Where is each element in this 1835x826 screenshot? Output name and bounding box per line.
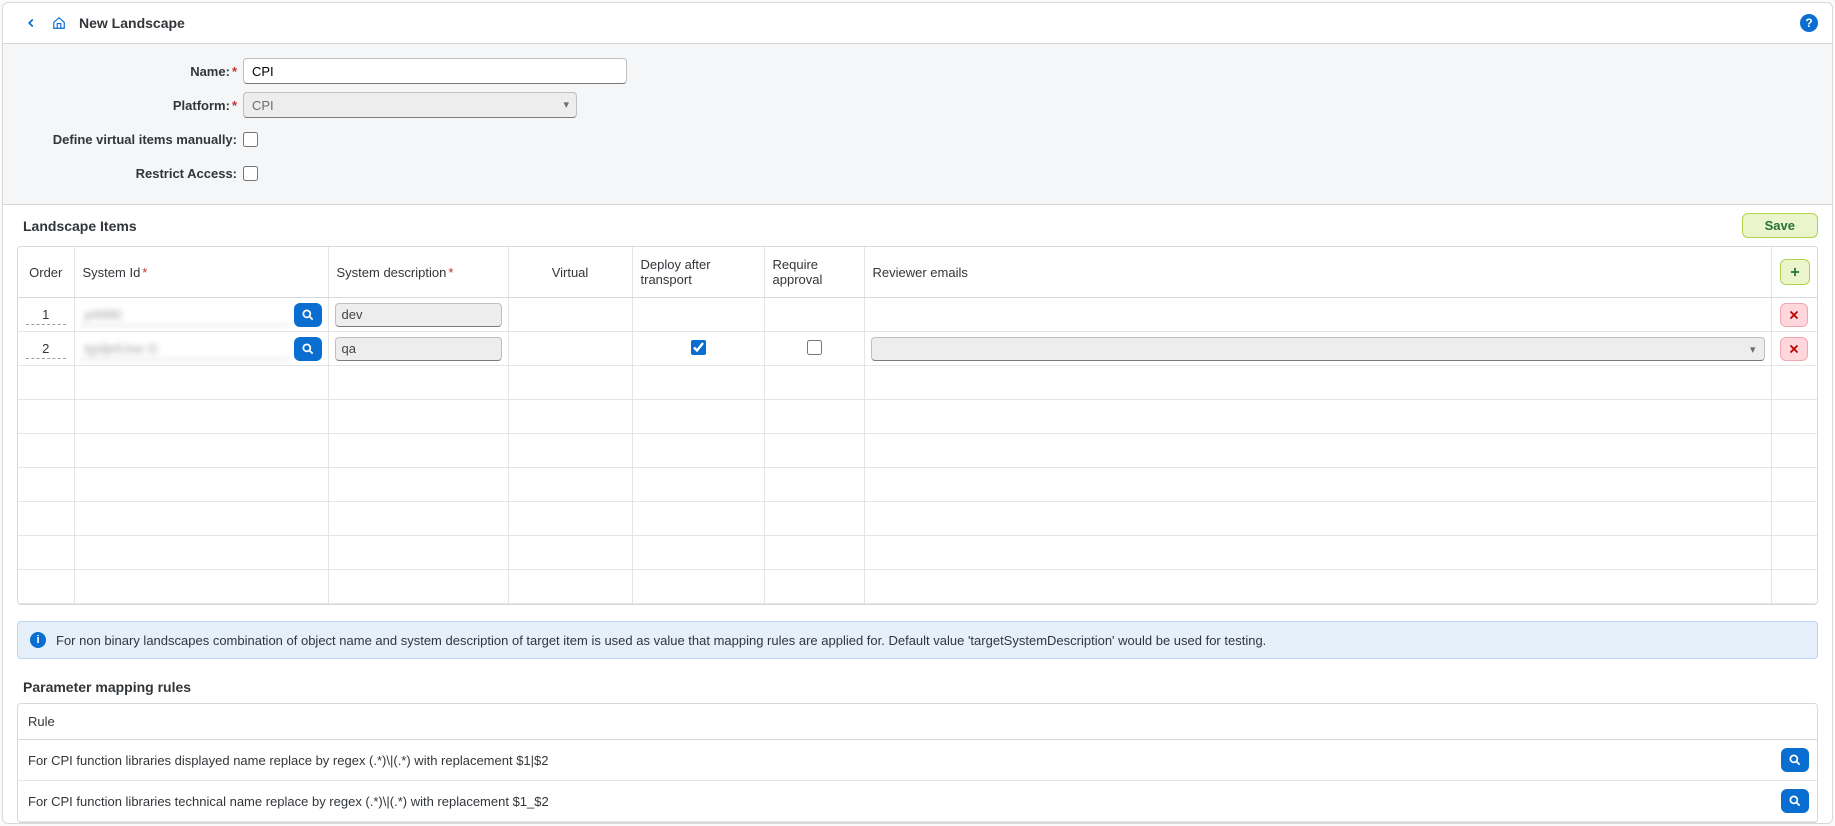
order-value[interactable]: 1 xyxy=(26,305,66,325)
info-message: i For non binary landscapes combination … xyxy=(17,621,1818,659)
add-row-button[interactable] xyxy=(1780,259,1810,285)
deploy-checkbox[interactable] xyxy=(691,340,706,355)
rule-text: For CPI function libraries displayed nam… xyxy=(18,740,1771,781)
back-button[interactable] xyxy=(17,9,45,37)
platform-select[interactable] xyxy=(243,92,577,118)
name-label: Name:* xyxy=(23,64,243,79)
approve-checkbox[interactable] xyxy=(807,340,822,355)
define-manually-label: Define virtual items manually: xyxy=(23,132,243,147)
delete-row-button[interactable] xyxy=(1780,303,1808,327)
system-id-input[interactable] xyxy=(81,304,288,326)
chevron-down-icon: ▾ xyxy=(1750,343,1756,356)
rule-text: For CPI function libraries technical nam… xyxy=(18,781,1771,822)
col-add xyxy=(1771,247,1817,298)
page-title: New Landscape xyxy=(79,15,185,31)
lookup-button[interactable] xyxy=(294,337,322,361)
info-text: For non binary landscapes combination of… xyxy=(56,633,1266,648)
info-icon: i xyxy=(30,632,46,648)
col-approve: Require approval xyxy=(764,247,864,298)
restrict-access-label: Restrict Access: xyxy=(23,166,243,181)
col-deploy: Deploy after transport xyxy=(632,247,764,298)
table-row-empty xyxy=(18,502,1817,536)
col-system-desc: System description* xyxy=(328,247,508,298)
help-icon[interactable]: ? xyxy=(1800,14,1818,32)
col-order: Order xyxy=(18,247,74,298)
rule-lookup-button[interactable] xyxy=(1781,789,1809,813)
rule-lookup-button[interactable] xyxy=(1781,748,1809,772)
table-row: 1 xyxy=(18,298,1817,332)
table-row-empty xyxy=(18,400,1817,434)
system-id-input[interactable] xyxy=(81,338,288,360)
table-row: 2 ▾ xyxy=(18,332,1817,366)
table-row-empty xyxy=(18,536,1817,570)
home-button[interactable] xyxy=(45,9,73,37)
platform-label: Platform:* xyxy=(23,98,243,113)
save-button[interactable]: Save xyxy=(1742,213,1818,238)
rule-row: For CPI function libraries technical nam… xyxy=(18,781,1817,822)
lookup-button[interactable] xyxy=(294,303,322,327)
define-manually-checkbox[interactable] xyxy=(243,132,258,147)
table-row-empty xyxy=(18,434,1817,468)
system-desc-input[interactable] xyxy=(335,303,502,327)
col-reviewer: Reviewer emails xyxy=(864,247,1771,298)
col-rule: Rule xyxy=(18,704,1771,740)
table-row-empty xyxy=(18,468,1817,502)
col-virtual: Virtual xyxy=(508,247,632,298)
reviewer-select[interactable]: ▾ xyxy=(871,337,1765,361)
landscape-items-title: Landscape Items xyxy=(23,218,137,234)
col-system-id: System Id* xyxy=(74,247,328,298)
rule-row: For CPI function libraries displayed nam… xyxy=(18,740,1817,781)
system-desc-input[interactable] xyxy=(335,337,502,361)
name-input[interactable] xyxy=(243,58,627,84)
order-value[interactable]: 2 xyxy=(26,339,66,359)
table-row-empty xyxy=(18,570,1817,604)
table-row-empty xyxy=(18,366,1817,400)
restrict-access-checkbox[interactable] xyxy=(243,166,258,181)
parameter-mapping-title: Parameter mapping rules xyxy=(3,671,1832,703)
delete-row-button[interactable] xyxy=(1780,337,1808,361)
